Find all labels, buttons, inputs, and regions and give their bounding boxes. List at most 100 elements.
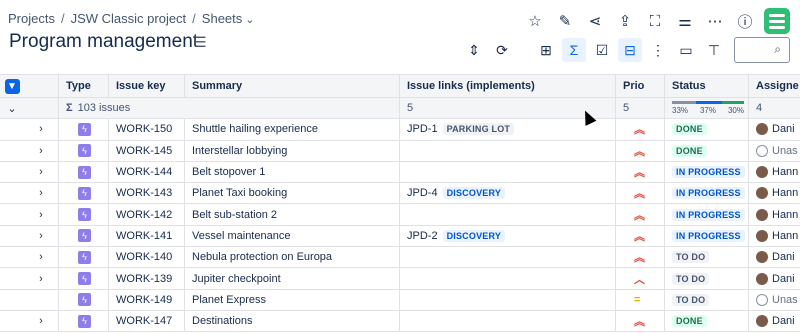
assignee-cell[interactable]: Dani — [748, 119, 800, 140]
column-header-assignee[interactable]: Assigne — [748, 75, 800, 97]
priority-cell[interactable]: ︽ — [615, 247, 664, 268]
chevron-right-icon[interactable]: › — [39, 145, 43, 157]
issue-links-cell[interactable] — [399, 204, 615, 225]
issue-links-cell[interactable] — [399, 310, 615, 332]
issue-key[interactable]: WORK-140 — [108, 247, 184, 268]
issue-key[interactable]: WORK-144 — [108, 161, 184, 183]
issue-key[interactable]: WORK-141 — [108, 225, 184, 247]
table-row[interactable]: › ϟ WORK-147 Destinations ︽ DONE Dani — [0, 310, 800, 333]
issue-key[interactable]: WORK-142 — [108, 204, 184, 225]
issue-key[interactable]: WORK-147 — [108, 310, 184, 332]
issue-key[interactable]: WORK-139 — [108, 268, 184, 289]
issue-links-cell[interactable] — [399, 140, 615, 161]
column-header-priority[interactable]: Prio — [615, 75, 664, 97]
more-icon[interactable]: ⋯ — [702, 9, 728, 33]
issue-links-cell[interactable] — [399, 289, 615, 310]
subtasks-icon[interactable]: ⋮ — [646, 38, 670, 62]
status-cell[interactable]: TO DO — [664, 289, 748, 310]
chevron-right-icon[interactable]: › — [39, 123, 43, 135]
assignee-cell[interactable]: Hann — [748, 183, 800, 204]
table-row[interactable]: ϟ WORK-149 Planet Express = TO DO Unas — [0, 289, 800, 311]
table-row[interactable]: › ϟ WORK-143 Planet Taxi booking JPD-4 DISCOV… — [0, 183, 800, 205]
group-icon[interactable]: ▭ — [674, 38, 698, 62]
column-header-summary[interactable]: Summary — [184, 75, 399, 97]
link-key[interactable]: JPD-1 — [407, 123, 438, 135]
status-cell[interactable]: IN PROGRESS — [664, 225, 748, 247]
chevron-right-icon[interactable]: › — [39, 187, 43, 199]
issue-summary[interactable]: Interstellar lobbying — [184, 140, 399, 161]
chevron-right-icon[interactable]: › — [39, 273, 43, 285]
issue-links-cell[interactable] — [399, 161, 615, 183]
issue-summary[interactable]: Jupiter checkpoint — [184, 268, 399, 289]
assignee-cell[interactable]: Unas — [748, 140, 800, 161]
help-icon[interactable]: ⓘ — [732, 9, 758, 33]
issue-key[interactable]: WORK-145 — [108, 140, 184, 161]
chevron-right-icon[interactable]: › — [39, 166, 43, 178]
status-cell[interactable]: IN PROGRESS — [664, 161, 748, 183]
assignee-cell[interactable]: Unas — [748, 289, 800, 310]
status-cell[interactable]: DONE — [664, 119, 748, 140]
column-header-type[interactable]: Type — [58, 75, 108, 97]
breadcrumb-projects[interactable]: Projects — [8, 11, 55, 26]
settings-sliders-icon[interactable]: ⚌ — [672, 9, 698, 33]
chevron-right-icon[interactable]: › — [39, 209, 43, 221]
column-header-issue-key[interactable]: Issue key — [108, 75, 184, 97]
row-height-icon[interactable]: ⇕ — [462, 38, 486, 62]
issue-summary[interactable]: Planet Express — [184, 289, 399, 310]
format-paint-icon[interactable]: ⊤ — [702, 38, 726, 62]
assignee-cell[interactable]: Dani — [748, 268, 800, 289]
column-header-issue-links[interactable]: Issue links (implements) — [399, 75, 615, 97]
status-cell[interactable]: DONE — [664, 140, 748, 161]
link-key[interactable]: JPD-2 — [407, 230, 438, 242]
table-row[interactable]: › ϟ WORK-150 Shuttle hailing experience JPD-… — [0, 119, 800, 141]
issue-key[interactable]: WORK-143 — [108, 183, 184, 204]
link-key[interactable]: JPD-4 — [407, 187, 438, 199]
issue-links-cell[interactable]: JPD-4 DISCOVERY — [399, 183, 615, 204]
issue-summary[interactable]: Planet Taxi booking — [184, 183, 399, 204]
table-row[interactable]: › ϟ WORK-139 Jupiter checkpoint ︿ TO DO Dani — [0, 268, 800, 290]
sum-icon[interactable]: Σ — [562, 38, 586, 62]
assignee-cell[interactable]: Hann — [748, 225, 800, 247]
issue-links-cell[interactable]: JPD-1 PARKING LOT — [399, 119, 615, 140]
issue-summary[interactable]: Belt sub-station 2 — [184, 204, 399, 225]
issue-key[interactable]: WORK-150 — [108, 119, 184, 140]
status-cell[interactable]: TO DO — [664, 247, 748, 268]
table-row[interactable]: › ϟ WORK-141 Vessel maintenance JPD-2 DISCOVE… — [0, 225, 800, 248]
priority-cell[interactable]: ︽ — [615, 204, 664, 225]
table-row[interactable]: › ϟ WORK-140 Nebula protection on Europa ︽ TO… — [0, 247, 800, 269]
star-icon[interactable]: ☆ — [522, 9, 548, 33]
export-icon[interactable]: ⇪ — [612, 9, 638, 33]
pencil-icon[interactable]: ✎ — [552, 9, 578, 33]
chevron-down-icon[interactable]: ⌄ — [7, 102, 16, 115]
column-header-status[interactable]: Status — [664, 75, 748, 97]
chevron-right-icon[interactable]: › — [39, 230, 43, 242]
priority-cell[interactable]: ︿ — [615, 268, 664, 289]
assignee-cell[interactable]: Dani — [748, 247, 800, 268]
breadcrumb-sheets[interactable]: Sheets ⌄ — [202, 11, 255, 26]
title-menu-icon[interactable]: ☰ — [194, 34, 207, 51]
issue-key[interactable]: WORK-149 — [108, 289, 184, 310]
priority-cell[interactable]: ︽ — [615, 119, 664, 140]
issue-summary[interactable]: Vessel maintenance — [184, 225, 399, 247]
fullscreen-icon[interactable]: ⛶ — [642, 9, 668, 33]
table-row[interactable]: › ϟ WORK-145 Interstellar lobbying ︽ DONE Unas — [0, 140, 800, 162]
issue-links-cell[interactable] — [399, 268, 615, 289]
priority-cell[interactable]: ︽ — [615, 183, 664, 204]
priority-cell[interactable]: ︽ — [615, 225, 664, 247]
table-row[interactable]: › ϟ WORK-144 Belt stopover 1 ︽ IN PROGRESS Han… — [0, 161, 800, 184]
issue-summary[interactable]: Nebula protection on Europa — [184, 247, 399, 268]
status-cell[interactable]: TO DO — [664, 268, 748, 289]
assignee-cell[interactable]: Dani — [748, 310, 800, 332]
checklist-icon[interactable]: ☑ — [590, 38, 614, 62]
issue-summary[interactable]: Destinations — [184, 310, 399, 332]
chevron-right-icon[interactable]: › — [39, 315, 43, 327]
filter-icon[interactable]: ▼ — [4, 78, 20, 94]
priority-cell[interactable]: ︽ — [615, 310, 664, 332]
status-cell[interactable]: IN PROGRESS — [664, 183, 748, 204]
chevron-right-icon[interactable]: › — [39, 251, 43, 263]
assignee-cell[interactable]: Hann — [748, 161, 800, 183]
priority-cell[interactable]: = — [615, 289, 664, 310]
refresh-icon[interactable]: ⟳ — [490, 38, 514, 62]
issue-summary[interactable]: Belt stopover 1 — [184, 161, 399, 183]
hierarchy-icon[interactable]: ⊟ — [618, 38, 642, 62]
